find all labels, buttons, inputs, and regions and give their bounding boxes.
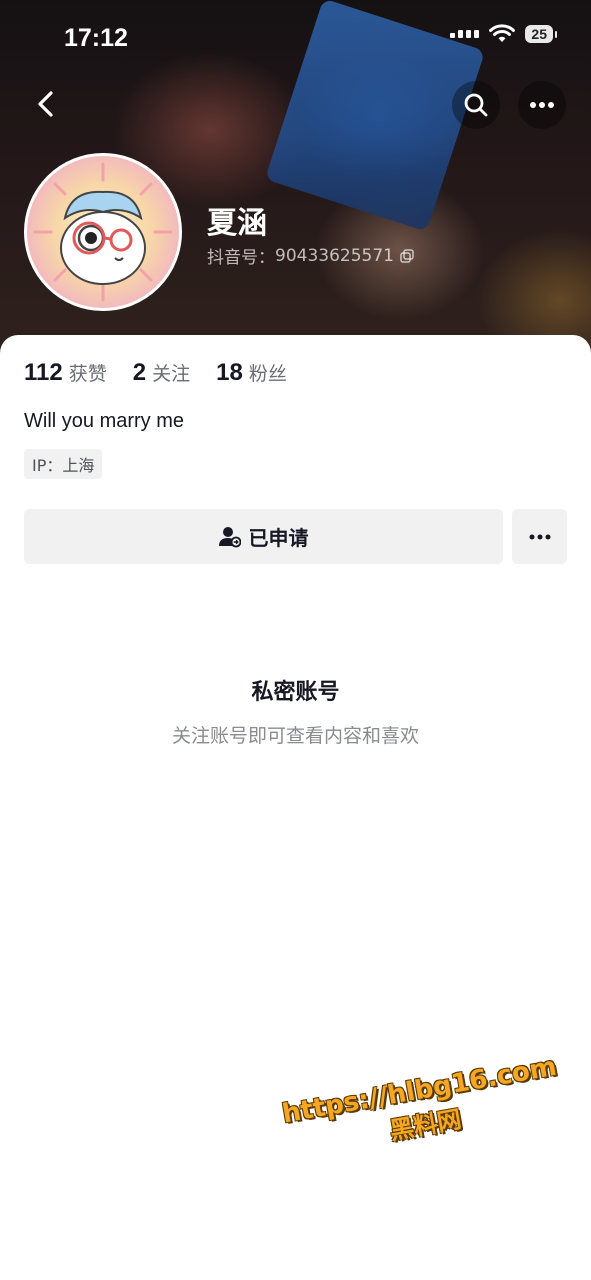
search-icon	[464, 93, 488, 117]
stat-following-value: 2	[132, 359, 147, 386]
stat-likes-value: 112	[24, 359, 63, 386]
profile-name: 夏涵	[207, 206, 267, 241]
user-pending-icon	[218, 526, 241, 547]
stat-likes[interactable]: 112 获赞	[24, 359, 107, 387]
stat-likes-label: 获赞	[68, 363, 107, 385]
stat-following[interactable]: 2 关注	[133, 359, 190, 387]
more-horizontal-icon	[529, 534, 550, 539]
stat-followers-value: 18	[216, 359, 243, 386]
more-options-button[interactable]	[518, 81, 566, 129]
cellular-signal-icon	[450, 30, 480, 38]
more-actions-button[interactable]	[512, 509, 567, 564]
profile-id-label: 抖音号：	[207, 248, 275, 268]
profile-stats: 112 获赞 2 关注 18 粉丝	[24, 359, 313, 387]
profile-bio: Will you marry me	[24, 410, 185, 432]
avatar[interactable]	[24, 153, 182, 311]
applied-button-label: 已申请	[248, 526, 309, 550]
wifi-icon	[489, 24, 516, 42]
status-indicators: 25	[450, 24, 557, 44]
private-account-subtitle: 关注账号即可查看内容和喜欢	[171, 725, 419, 747]
follow-request-applied-button[interactable]: 已申请	[24, 509, 503, 564]
more-horizontal-icon	[530, 102, 554, 108]
stat-followers-label: 粉丝	[248, 363, 287, 385]
avatar-cartoon-character	[33, 162, 173, 302]
profile-id[interactable]: 抖音号： 90433625571	[207, 243, 414, 268]
stat-followers[interactable]: 18 粉丝	[216, 359, 287, 387]
profile-id-value: 90433625571	[275, 245, 394, 266]
stat-following-label: 关注	[152, 363, 191, 385]
battery-indicator: 25	[525, 25, 557, 43]
private-account-title: 私密账号	[251, 680, 340, 705]
status-time: 17:12	[64, 24, 128, 52]
copy-icon[interactable]	[400, 248, 414, 263]
ip-location-badge: IP：上海	[24, 449, 103, 479]
back-button[interactable]	[22, 80, 70, 128]
chevron-left-icon	[38, 91, 53, 117]
search-button[interactable]	[452, 81, 500, 129]
